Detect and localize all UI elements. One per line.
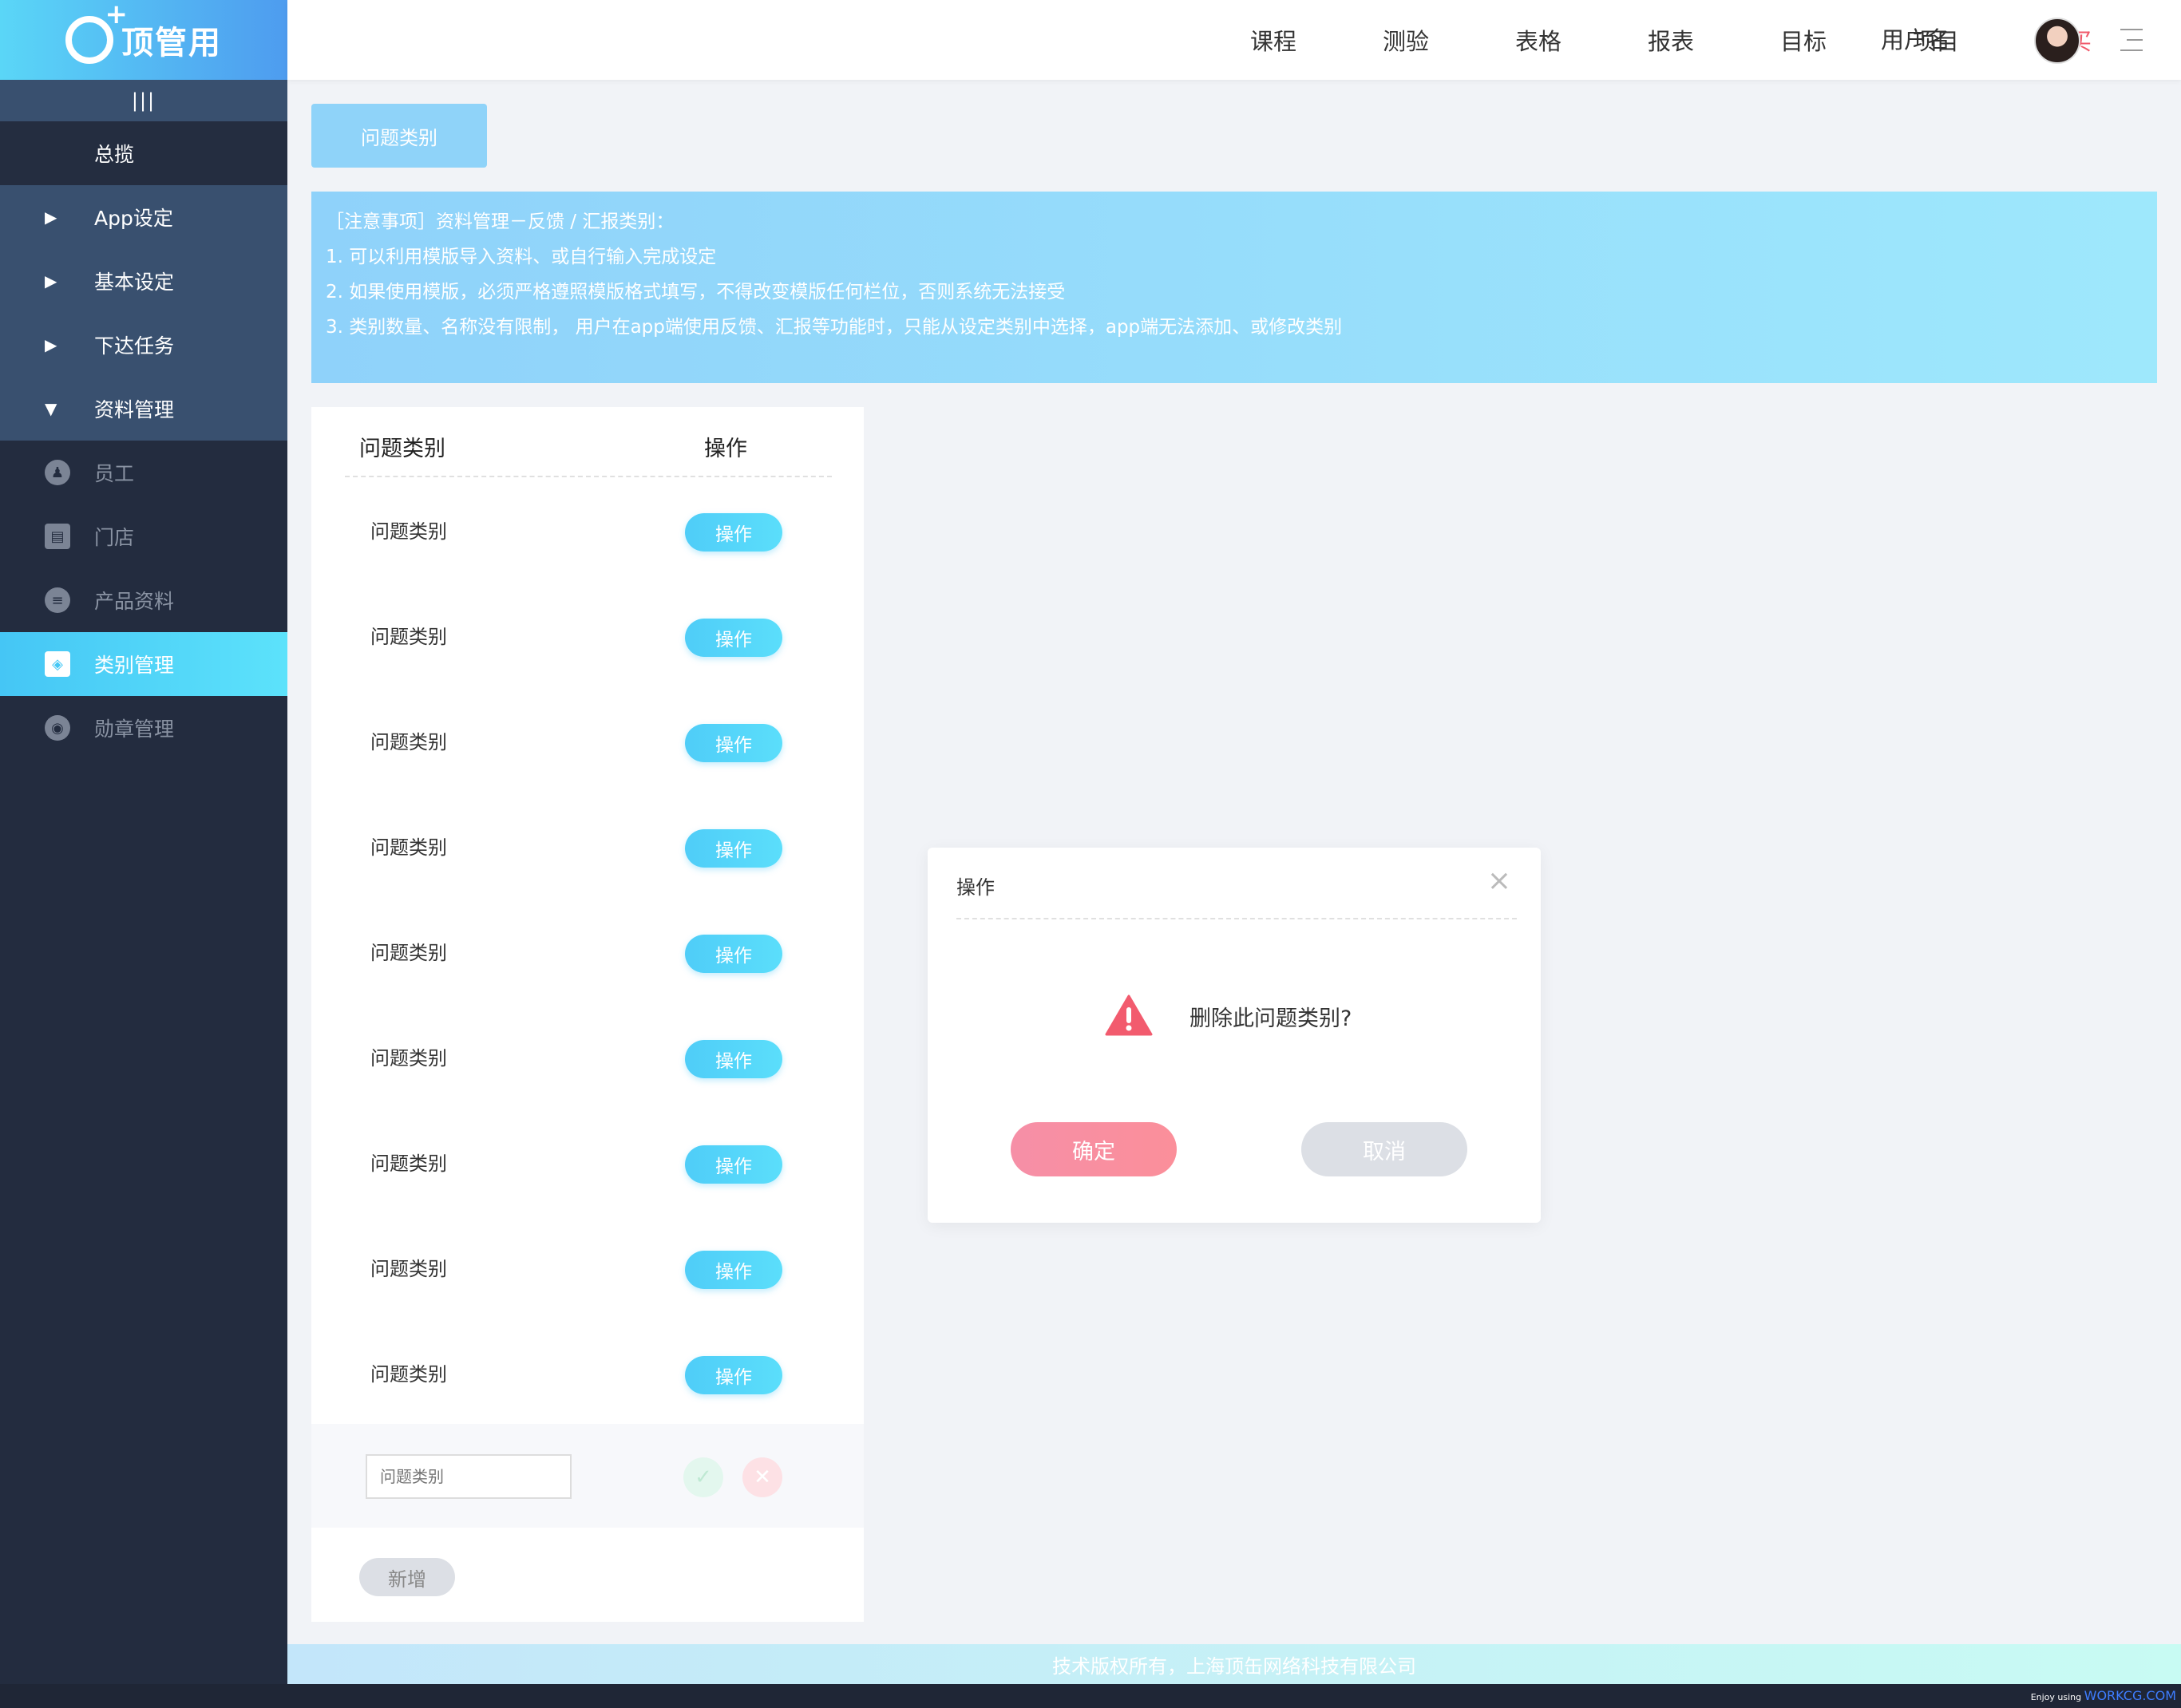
sidebar-item-products[interactable]: ≡ 产品资料: [0, 568, 287, 632]
top-header: 课程 测验 表格 报表 目标 项目 购买 用户名: [287, 0, 2181, 80]
category-name: 问题类别: [370, 942, 447, 964]
medal-icon: ◉: [45, 715, 70, 741]
category-name: 问题类别: [370, 836, 447, 859]
category-name: 问题类别: [370, 520, 447, 543]
sidebar-item-data-management[interactable]: ▼ 资料管理: [0, 377, 287, 441]
table-row: 问题类别 操作: [311, 1216, 864, 1322]
table-row: 问题类别 操作: [311, 1006, 864, 1111]
check-icon[interactable]: ✓: [683, 1457, 723, 1497]
sidebar-item-overview[interactable]: 总揽: [0, 121, 287, 185]
table-row: 问题类别 操作: [311, 795, 864, 900]
sidebar-item-label: 勋章管理: [94, 718, 175, 741]
sidebar-item-label: 基本设定: [94, 271, 175, 294]
sidebar-item-label: 类别管理: [94, 654, 175, 677]
action-button[interactable]: 操作: [685, 1145, 782, 1184]
category-name: 问题类别: [370, 731, 447, 753]
dialog-divider: [956, 918, 1517, 919]
confirm-button[interactable]: 确定: [1011, 1122, 1177, 1176]
notice-line: 2. 如果使用模版，必须严格遵照模版格式填写，不得改变模版任何栏位，否则系统无法…: [326, 282, 1066, 302]
logo-mark-icon: [65, 0, 128, 64]
action-button[interactable]: 操作: [685, 724, 782, 762]
sidebar-item-label: 资料管理: [94, 398, 175, 421]
close-icon[interactable]: ×: [1486, 867, 1512, 896]
sidebar-item-employees[interactable]: ♟ 员工: [0, 441, 287, 504]
action-button[interactable]: 操作: [685, 513, 782, 552]
footer: 技术版权所有，上海顶缶网络科技有限公司: [287, 1644, 2181, 1684]
table-row: 问题类别 操作: [311, 690, 864, 795]
top-menu: 课程 测验 表格 报表 目标 项目 购买: [1207, 0, 2135, 80]
cancel-button[interactable]: 取消: [1301, 1122, 1467, 1176]
document-icon: ≡: [45, 587, 70, 613]
table-header: 问题类别 操作: [345, 407, 832, 477]
sidebar-item-stores[interactable]: ▤ 门店: [0, 504, 287, 568]
caret-right-icon: ▶: [45, 335, 57, 354]
sidebar: 顶管用 ||| 总揽 ▶ App设定 ▶ 基本设定 ▶ 下达任务 ▼ 资料管理 …: [0, 0, 287, 1686]
warning-icon: [1105, 994, 1153, 1036]
caret-down-icon: ▼: [45, 399, 57, 418]
layers-icon: ◈: [45, 651, 70, 677]
username[interactable]: 用户名: [1881, 0, 1950, 80]
table-row: 问题类别 操作: [311, 584, 864, 690]
store-icon: ▤: [45, 524, 70, 549]
sidebar-item-assign-tasks[interactable]: ▶ 下达任务: [0, 313, 287, 377]
bottom-bar: [0, 1684, 2181, 1708]
sidebar-collapse-toggle[interactable]: |||: [0, 80, 287, 121]
sidebar-item-label: App设定: [94, 207, 173, 230]
menu-item-forms[interactable]: 表格: [1472, 23, 1605, 57]
confirm-dialog: 操作 × 删除此问题类别? 确定 取消: [928, 848, 1541, 1223]
column-header-category: 问题类别: [359, 437, 445, 461]
table-row: 问题类别 操作: [311, 1322, 864, 1427]
notice-line: 3. 类别数量、名称没有限制， 用户在app端使用反馈、汇报等功能时，只能从设定…: [326, 317, 1343, 338]
new-category-row: ✓ ✕: [311, 1424, 864, 1528]
dialog-title: 操作: [956, 876, 995, 899]
sidebar-item-app-settings[interactable]: ▶ App设定: [0, 185, 287, 249]
action-button[interactable]: 操作: [685, 1040, 782, 1078]
action-button[interactable]: 操作: [685, 935, 782, 973]
table-row: 问题类别 操作: [311, 479, 864, 584]
hamburger-menu-icon[interactable]: [2120, 29, 2143, 51]
sidebar-item-basic-settings[interactable]: ▶ 基本设定: [0, 249, 287, 313]
category-name: 问题类别: [370, 1258, 447, 1280]
avatar[interactable]: [2034, 18, 2080, 64]
sidebar-item-label: 产品资料: [94, 590, 175, 613]
category-name: 问题类别: [370, 1047, 447, 1069]
sidebar-item-label: 门店: [94, 526, 135, 549]
category-name: 问题类别: [370, 1153, 447, 1175]
new-category-input[interactable]: [366, 1454, 572, 1499]
action-button[interactable]: 操作: [685, 1251, 782, 1289]
sidebar-item-label: 总揽: [94, 143, 135, 166]
app-logo[interactable]: 顶管用: [0, 0, 287, 80]
sidebar-item-category-management[interactable]: ◈ 类别管理: [0, 632, 287, 696]
table-row: 问题类别 操作: [311, 1111, 864, 1216]
sidebar-item-medal-management[interactable]: ◉ 勋章管理: [0, 696, 287, 760]
action-button[interactable]: 操作: [685, 829, 782, 868]
credit: Enjoy using WORKCG.COM: [2031, 1688, 2176, 1703]
sidebar-item-label: 员工: [94, 462, 135, 485]
logo-text: 顶管用: [121, 25, 222, 61]
close-icon[interactable]: ✕: [742, 1457, 782, 1497]
notice-line: 1. 可以利用模版导入资料、或自行输入完成设定: [326, 247, 717, 267]
caret-right-icon: ▶: [45, 271, 57, 291]
table-row: 问题类别 操作: [311, 900, 864, 1006]
caret-right-icon: ▶: [45, 208, 57, 227]
person-icon: ♟: [45, 460, 70, 485]
credit-brand[interactable]: WORKCG.COM: [2084, 1688, 2176, 1703]
action-button[interactable]: 操作: [685, 1356, 782, 1394]
menu-item-goals[interactable]: 目标: [1737, 23, 1870, 57]
category-name: 问题类别: [370, 1363, 447, 1386]
dialog-message: 删除此问题类别?: [1189, 1006, 1352, 1031]
notice-box: ［注意事项］资料管理－反馈 / 汇报类别： 1. 可以利用模版导入资料、或自行输…: [311, 192, 2157, 383]
category-table: 问题类别 操作 问题类别 操作 问题类别 操作 问题类别 操作 问题类别 操作 …: [311, 407, 864, 1622]
menu-item-courses[interactable]: 课程: [1207, 23, 1340, 57]
action-button[interactable]: 操作: [685, 619, 782, 657]
category-name: 问题类别: [370, 626, 447, 648]
credit-prefix: Enjoy using: [2030, 1692, 2082, 1702]
add-button[interactable]: 新增: [359, 1558, 455, 1596]
column-header-action: 操作: [704, 437, 747, 461]
menu-item-reports[interactable]: 报表: [1605, 23, 1737, 57]
sidebar-item-label: 下达任务: [94, 334, 175, 358]
menu-item-quizzes[interactable]: 测验: [1340, 23, 1472, 57]
notice-title: ［注意事项］资料管理－反馈 / 汇报类别：: [326, 212, 675, 232]
tab-problem-category[interactable]: 问题类别: [311, 104, 487, 168]
